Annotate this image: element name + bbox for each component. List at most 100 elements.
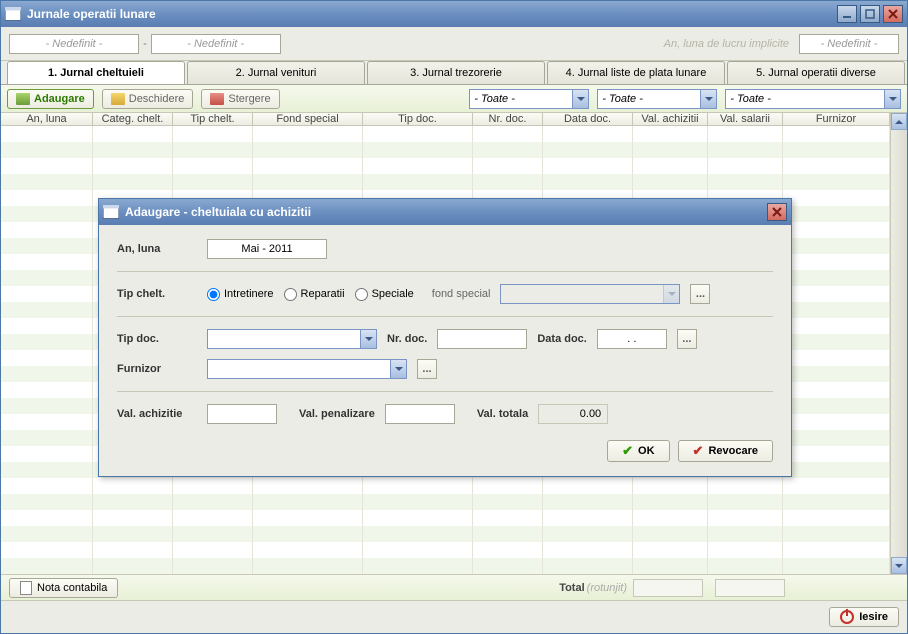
rotunjit-label: (rotunjit) [587, 582, 627, 594]
nota-contabila-button[interactable]: Nota contabila [9, 578, 118, 598]
toolbar: Adaugare Deschidere Stergere - Toate - -… [1, 85, 907, 113]
table-row[interactable] [1, 494, 890, 510]
table-row[interactable] [1, 542, 890, 558]
nrdoc-label: Nr. doc. [387, 333, 427, 345]
col-tipchelt[interactable]: Tip chelt. [173, 113, 253, 125]
radio-intretinere[interactable]: Intretinere [207, 288, 274, 301]
anluna-field[interactable] [207, 239, 327, 259]
col-tipdoc[interactable]: Tip doc. [363, 113, 473, 125]
maximize-button[interactable] [860, 5, 880, 23]
datadoc-label: Data doc. [537, 333, 587, 345]
table-row[interactable] [1, 174, 890, 190]
open-button[interactable]: Deschidere [102, 89, 194, 109]
cancel-button[interactable]: ✔Revocare [678, 440, 773, 462]
valtot-label: Val. totala [477, 408, 528, 420]
col-datadoc[interactable]: Data doc. [543, 113, 633, 125]
total-achizitii-box [633, 579, 703, 597]
fondspecial-dropdown [500, 284, 680, 304]
valpen-field[interactable] [385, 404, 455, 424]
table-row[interactable] [1, 526, 890, 542]
valach-label: Val. achizitie [117, 408, 197, 420]
filter-3-dropdown[interactable]: - Toate - [725, 89, 901, 109]
table-row[interactable] [1, 510, 890, 526]
table-row[interactable] [1, 126, 890, 142]
tipdoc-label: Tip doc. [117, 333, 197, 345]
filter-1-dropdown[interactable]: - Toate - [469, 89, 589, 109]
total-label: Total [559, 582, 584, 594]
dialog-title: Adaugare - cheltuiala cu achizitii [125, 205, 767, 219]
col-furnizor[interactable]: Furnizor [783, 113, 890, 125]
check-icon: ✔ [622, 443, 633, 459]
journal-tabs: 1. Jurnal cheltuieli 2. Jurnal venituri … [1, 61, 907, 85]
add-dialog: Adaugare - cheltuiala cu achizitii An, l… [98, 198, 792, 477]
col-valsal[interactable]: Val. salarii [708, 113, 783, 125]
nrdoc-field[interactable] [437, 329, 527, 349]
tipdoc-dropdown[interactable] [207, 329, 377, 349]
scroll-up-button[interactable] [891, 113, 907, 130]
folder-delete-icon [210, 93, 224, 105]
valpen-label: Val. penalizare [299, 408, 375, 420]
dash-separator: - [143, 38, 147, 50]
tab-trezorerie[interactable]: 3. Jurnal trezorerie [367, 61, 545, 84]
fondspecial-browse-button[interactable]: ... [690, 284, 710, 304]
default-period-combo[interactable]: - Nedefinit - [799, 34, 899, 54]
table-row[interactable] [1, 558, 890, 574]
vertical-scrollbar[interactable] [890, 113, 907, 574]
chevron-down-icon[interactable] [390, 360, 406, 378]
tab-diverse[interactable]: 5. Jurnal operatii diverse [727, 61, 905, 84]
delete-button[interactable]: Stergere [201, 89, 279, 109]
chevron-down-icon[interactable] [572, 90, 588, 108]
tab-liste-plata[interactable]: 4. Jurnal liste de plata lunare [547, 61, 725, 84]
x-icon: ✔ [693, 443, 704, 459]
period-hint: An, luna de lucru implicite [664, 38, 789, 50]
app-icon [5, 7, 21, 21]
col-valach[interactable]: Val. achizitii [633, 113, 708, 125]
table-row[interactable] [1, 158, 890, 174]
furnizor-label: Furnizor [117, 363, 197, 375]
chevron-down-icon [663, 285, 679, 303]
dialog-icon [103, 205, 119, 219]
period-from-combo[interactable]: - Nedefinit - [9, 34, 139, 54]
anluna-label: An, luna [117, 243, 197, 255]
furnizor-dropdown[interactable] [207, 359, 407, 379]
chevron-down-icon[interactable] [700, 90, 716, 108]
folder-add-icon [16, 93, 30, 105]
table-row[interactable] [1, 142, 890, 158]
folder-open-icon [111, 93, 125, 105]
minimize-button[interactable] [837, 5, 857, 23]
chevron-down-icon[interactable] [360, 330, 376, 348]
action-bar: Iesire [1, 601, 907, 633]
total-salarii-box [715, 579, 785, 597]
datadoc-field[interactable] [597, 329, 667, 349]
col-nrdoc[interactable]: Nr. doc. [473, 113, 543, 125]
tab-cheltuieli[interactable]: 1. Jurnal cheltuieli [7, 61, 185, 84]
filter-2-dropdown[interactable]: - Toate - [597, 89, 717, 109]
close-button[interactable] [883, 5, 903, 23]
scroll-down-button[interactable] [891, 557, 907, 574]
col-fond[interactable]: Fond special [253, 113, 363, 125]
radio-reparatii[interactable]: Reparatii [284, 288, 345, 301]
col-categ[interactable]: Categ. chelt. [93, 113, 173, 125]
add-button[interactable]: Adaugare [7, 89, 94, 109]
datadoc-picker-button[interactable]: ... [677, 329, 697, 349]
period-to-combo[interactable]: - Nedefinit - [151, 34, 281, 54]
col-anluna[interactable]: An, luna [1, 113, 93, 125]
chevron-down-icon[interactable] [884, 90, 900, 108]
tab-venituri[interactable]: 2. Jurnal venituri [187, 61, 365, 84]
dialog-titlebar: Adaugare - cheltuiala cu achizitii [99, 199, 791, 225]
exit-button[interactable]: Iesire [829, 607, 899, 627]
power-icon [840, 610, 854, 624]
top-filter-bar: - Nedefinit - - - Nedefinit - An, luna d… [1, 27, 907, 61]
window-title: Jurnale operatii lunare [27, 7, 837, 21]
main-titlebar: Jurnale operatii lunare [1, 1, 907, 27]
scroll-track[interactable] [891, 130, 907, 557]
furnizor-browse-button[interactable]: ... [417, 359, 437, 379]
valach-field[interactable] [207, 404, 277, 424]
document-icon [20, 581, 32, 595]
radio-speciale[interactable]: Speciale [355, 288, 414, 301]
ok-button[interactable]: ✔OK [607, 440, 669, 462]
dialog-close-button[interactable] [767, 203, 787, 221]
table-header: An, luna Categ. chelt. Tip chelt. Fond s… [1, 113, 890, 126]
table-row[interactable] [1, 478, 890, 494]
tipchelt-label: Tip chelt. [117, 288, 197, 300]
